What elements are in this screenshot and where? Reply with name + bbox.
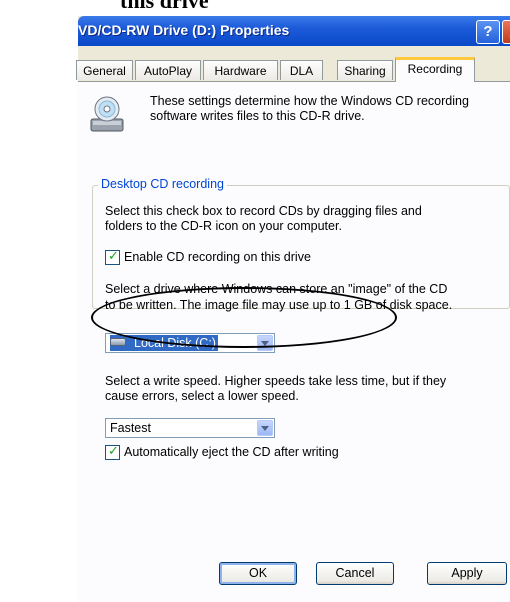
properties-dialog: VD/CD-RW Drive (D:) Properties ? X Gener… [76, 16, 510, 602]
image-drive-selected: Local Disk (C:) [110, 335, 218, 351]
group-description-line2: folders to the CD-R icon on your compute… [105, 219, 342, 233]
speed-description-line2: cause errors, select a lower speed. [105, 389, 299, 403]
enable-recording-label[interactable]: Enable CD recording on this drive [124, 250, 311, 265]
speed-description-line1: Select a write speed. Higher speeds take… [105, 374, 447, 388]
close-button[interactable]: X [502, 20, 510, 44]
tab-autoplay[interactable]: AutoPlay [135, 60, 201, 80]
tab-general[interactable]: General [76, 60, 133, 80]
write-speed-selected: Fastest [110, 421, 151, 435]
group-title: Desktop CD recording [98, 177, 227, 191]
hard-disk-icon [110, 338, 126, 346]
tab-dla[interactable]: DLA [280, 60, 323, 80]
image-description-line2: to be written. The image file may use up… [105, 298, 453, 312]
intro-text-line2: software writes files to this CD-R drive… [150, 109, 365, 123]
chevron-down-icon[interactable] [257, 420, 273, 436]
title-bar[interactable]: VD/CD-RW Drive (D:) Properties ? X [78, 16, 510, 46]
auto-eject-checkbox[interactable]: ✓ [105, 444, 120, 460]
cd-drive-icon [90, 96, 124, 132]
help-button[interactable]: ? [476, 20, 500, 44]
write-speed-dropdown[interactable]: Fastest [105, 418, 275, 438]
chevron-down-icon[interactable] [257, 335, 273, 351]
image-drive-dropdown[interactable]: Local Disk (C:) [105, 333, 275, 353]
image-description-line1: Select a drive where Windows can store a… [105, 282, 448, 296]
checkmark-icon: ✓ [108, 444, 119, 459]
auto-eject-label[interactable]: Automatically eject the CD after writing [124, 445, 339, 460]
group-description-line1: Select this check box to record CDs by d… [105, 204, 422, 218]
tab-hardware[interactable]: Hardware [203, 60, 278, 80]
checkmark-icon: ✓ [108, 249, 119, 264]
intro-text-line1: These settings determine how the Windows… [150, 94, 469, 108]
apply-button[interactable]: Apply [427, 562, 507, 585]
tab-sharing[interactable]: Sharing [337, 60, 393, 80]
window-title: VD/CD-RW Drive (D:) Properties [78, 22, 290, 38]
enable-recording-checkbox[interactable]: ✓ [105, 249, 120, 265]
document-caption: this drive [120, 0, 209, 13]
recording-panel: These settings determine how the Windows… [78, 81, 510, 602]
tab-recording[interactable]: Recording [395, 57, 475, 82]
ok-button[interactable]: OK [219, 562, 297, 585]
tab-strip: General AutoPlay Hardware DLA Sharing Re… [76, 57, 510, 82]
cancel-button[interactable]: Cancel [316, 562, 394, 585]
